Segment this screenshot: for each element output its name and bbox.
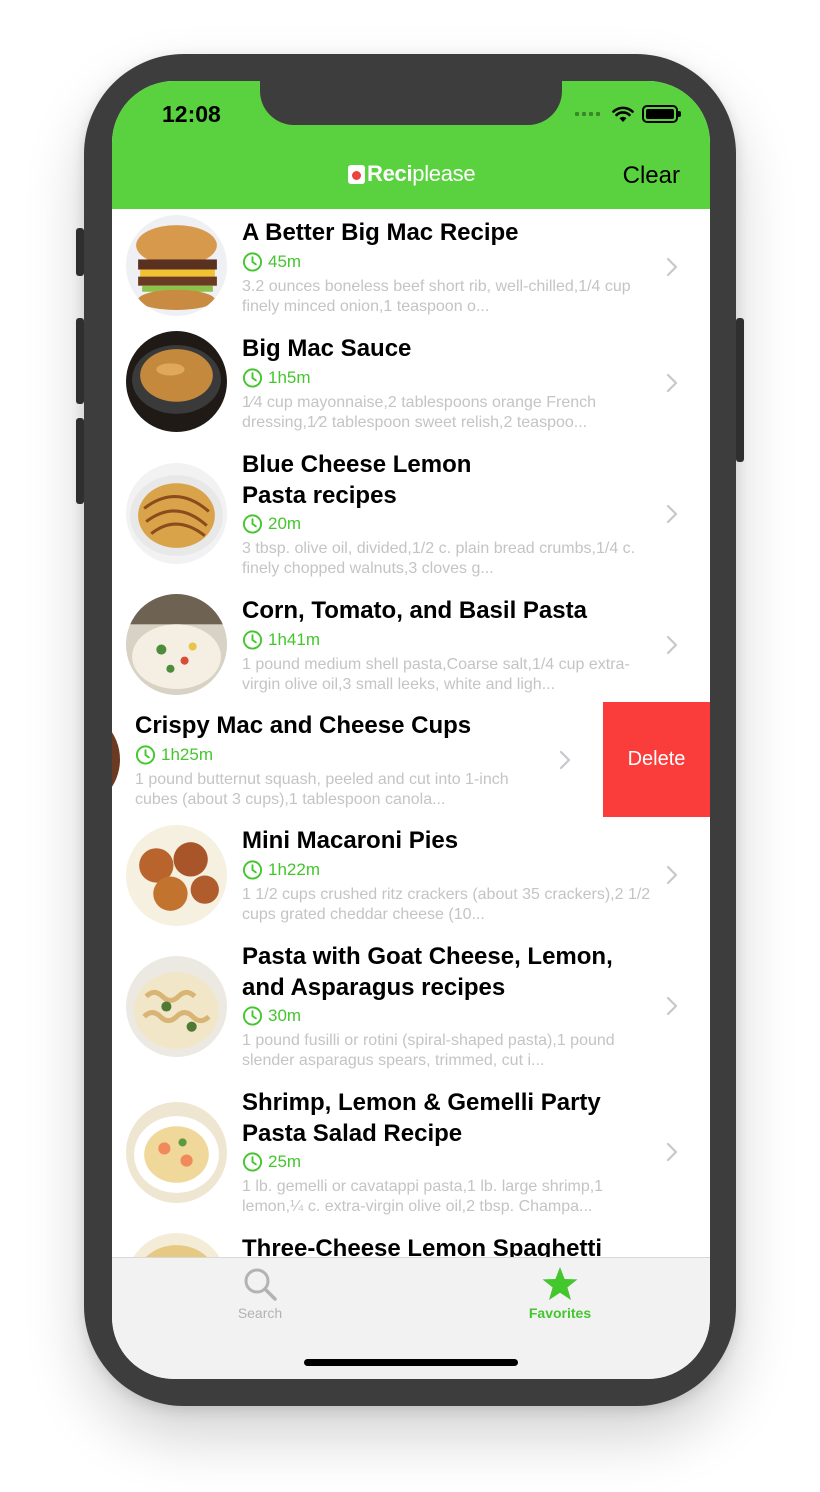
recipe-row-swiped[interactable]: Crispy Mac and Cheese Cups 1h25m 1 pound… xyxy=(112,702,603,817)
timer-icon xyxy=(242,252,263,272)
recipe-thumbnail xyxy=(126,594,227,695)
recipe-thumbnail xyxy=(126,1233,227,1257)
recipe-time: 1h41m xyxy=(242,629,320,650)
chevron-right-icon xyxy=(666,865,678,885)
recipe-thumbnail xyxy=(126,331,227,432)
mute-switch xyxy=(76,228,84,276)
recipe-title: Mini Macaroni Pies xyxy=(242,827,459,854)
search-icon xyxy=(244,1268,277,1301)
battery-icon xyxy=(642,105,681,123)
timer-icon xyxy=(242,860,263,880)
clear-button[interactable]: Clear xyxy=(623,162,680,190)
chevron-right-icon xyxy=(559,750,571,770)
recipe-title: A Better Big Mac Recipe xyxy=(242,219,519,246)
recipe-title: Corn, Tomato, and Basil Pasta xyxy=(242,597,587,624)
recipe-time: 1h22m xyxy=(242,859,320,880)
app-screen: 12:08 Reciplease Clear A Better Big Mac … xyxy=(112,81,710,1379)
recipe-thumbnail xyxy=(112,709,120,810)
recipe-time: 1h5m xyxy=(242,367,311,388)
chevron-right-icon xyxy=(666,1142,678,1162)
recipe-title: Shrimp, Lemon & Gemelli Party Pasta Sala… xyxy=(242,1089,601,1147)
recipe-thumbnail xyxy=(126,215,227,316)
recipe-time: 1h25m xyxy=(135,744,213,765)
recipe-ingredients: 3.2 ounces boneless beef short rib, well… xyxy=(242,278,631,315)
app-logo: Reciplease xyxy=(348,161,476,187)
recipe-thumbnail xyxy=(126,463,227,564)
timer-icon xyxy=(242,1006,263,1026)
chevron-right-icon xyxy=(666,257,678,277)
recipe-title: Blue Cheese Lemon Pasta recipes xyxy=(242,451,472,509)
chevron-right-icon xyxy=(666,373,678,393)
notch xyxy=(260,81,562,125)
recipe-title: Three-Cheese Lemon Spaghetti xyxy=(242,1235,603,1257)
recipe-row[interactable]: Mini Macaroni Pies 1h22m 1 1/2 cups crus… xyxy=(112,817,710,933)
recipe-ingredients: 1 lb. gemelli or cavatappi pasta,1 lb. l… xyxy=(242,1178,604,1215)
favorites-list: A Better Big Mac Recipe 45m 3.2 ounces b… xyxy=(112,209,710,1257)
timer-icon xyxy=(242,368,263,388)
star-icon xyxy=(542,1267,578,1300)
recipe-thumbnail xyxy=(126,825,227,926)
recipe-row[interactable]: Shrimp, Lemon & Gemelli Party Pasta Sala… xyxy=(112,1079,710,1225)
recipe-row[interactable]: Pasta with Goat Cheese, Lemon, and Aspar… xyxy=(112,933,710,1079)
cellular-signal-icon xyxy=(575,112,600,116)
timer-icon xyxy=(242,1152,263,1172)
volume-down-button xyxy=(76,418,84,504)
recipe-time: 45m xyxy=(242,251,301,272)
recipe-row[interactable]: Corn, Tomato, and Basil Pasta 1h41m 1 po… xyxy=(112,587,710,702)
home-indicator xyxy=(304,1359,518,1366)
recipe-ingredients: 1 pound butternut squash, peeled and cut… xyxy=(135,771,509,808)
power-button xyxy=(736,318,744,462)
recipe-row[interactable]: A Better Big Mac Recipe 45m 3.2 ounces b… xyxy=(112,209,710,325)
recipe-title: Crispy Mac and Cheese Cups xyxy=(135,712,472,739)
recipe-ingredients: 1 pound medium shell pasta,Coarse salt,1… xyxy=(242,656,630,693)
reciplease-logo-icon xyxy=(348,164,365,184)
wifi-icon xyxy=(612,106,634,122)
app-title: Reciplease xyxy=(367,161,476,186)
timer-icon xyxy=(242,630,263,650)
recipe-ingredients: 1 1/2 cups crushed ritz crackers (about … xyxy=(242,886,651,923)
recipe-title: Big Mac Sauce xyxy=(242,335,412,362)
tab-favorites-label: Favorites xyxy=(528,1305,592,1321)
recipe-row[interactable]: Big Mac Sauce 1h5m 1⁄4 cup mayonnaise,2 … xyxy=(112,325,710,441)
tab-search[interactable]: Search xyxy=(200,1266,320,1321)
recipe-row[interactable]: Blue Cheese Lemon Pasta recipes 20m 3 tb… xyxy=(112,441,710,587)
recipe-title: Pasta with Goat Cheese, Lemon, and Aspar… xyxy=(242,943,613,1001)
tab-favorites[interactable]: Favorites xyxy=(500,1266,620,1321)
volume-up-button xyxy=(76,318,84,404)
recipe-time: 25m xyxy=(242,1151,301,1172)
recipe-thumbnail xyxy=(126,956,227,1057)
timer-icon xyxy=(242,514,263,534)
chevron-right-icon xyxy=(666,996,678,1016)
recipe-row[interactable]: Three-Cheese Lemon Spaghetti xyxy=(112,1225,710,1257)
recipe-ingredients: 1 pound fusilli or rotini (spiral-shaped… xyxy=(242,1032,615,1069)
recipe-thumbnail xyxy=(126,1102,227,1203)
tab-search-label: Search xyxy=(237,1305,283,1321)
status-time: 12:08 xyxy=(162,101,221,127)
recipe-ingredients: 3 tbsp. olive oil, divided,1/2 c. plain … xyxy=(242,540,636,577)
navigation-bar: 12:08 Reciplease Clear xyxy=(112,81,710,209)
chevron-right-icon xyxy=(666,504,678,524)
timer-icon xyxy=(135,745,156,765)
chevron-right-icon xyxy=(666,635,678,655)
status-icons xyxy=(575,105,681,123)
recipe-ingredients: 1⁄4 cup mayonnaise,2 tablespoons orange … xyxy=(242,394,597,431)
recipe-time: 30m xyxy=(242,1005,301,1026)
delete-button[interactable]: Delete xyxy=(603,702,710,817)
recipe-time: 20m xyxy=(242,513,301,534)
